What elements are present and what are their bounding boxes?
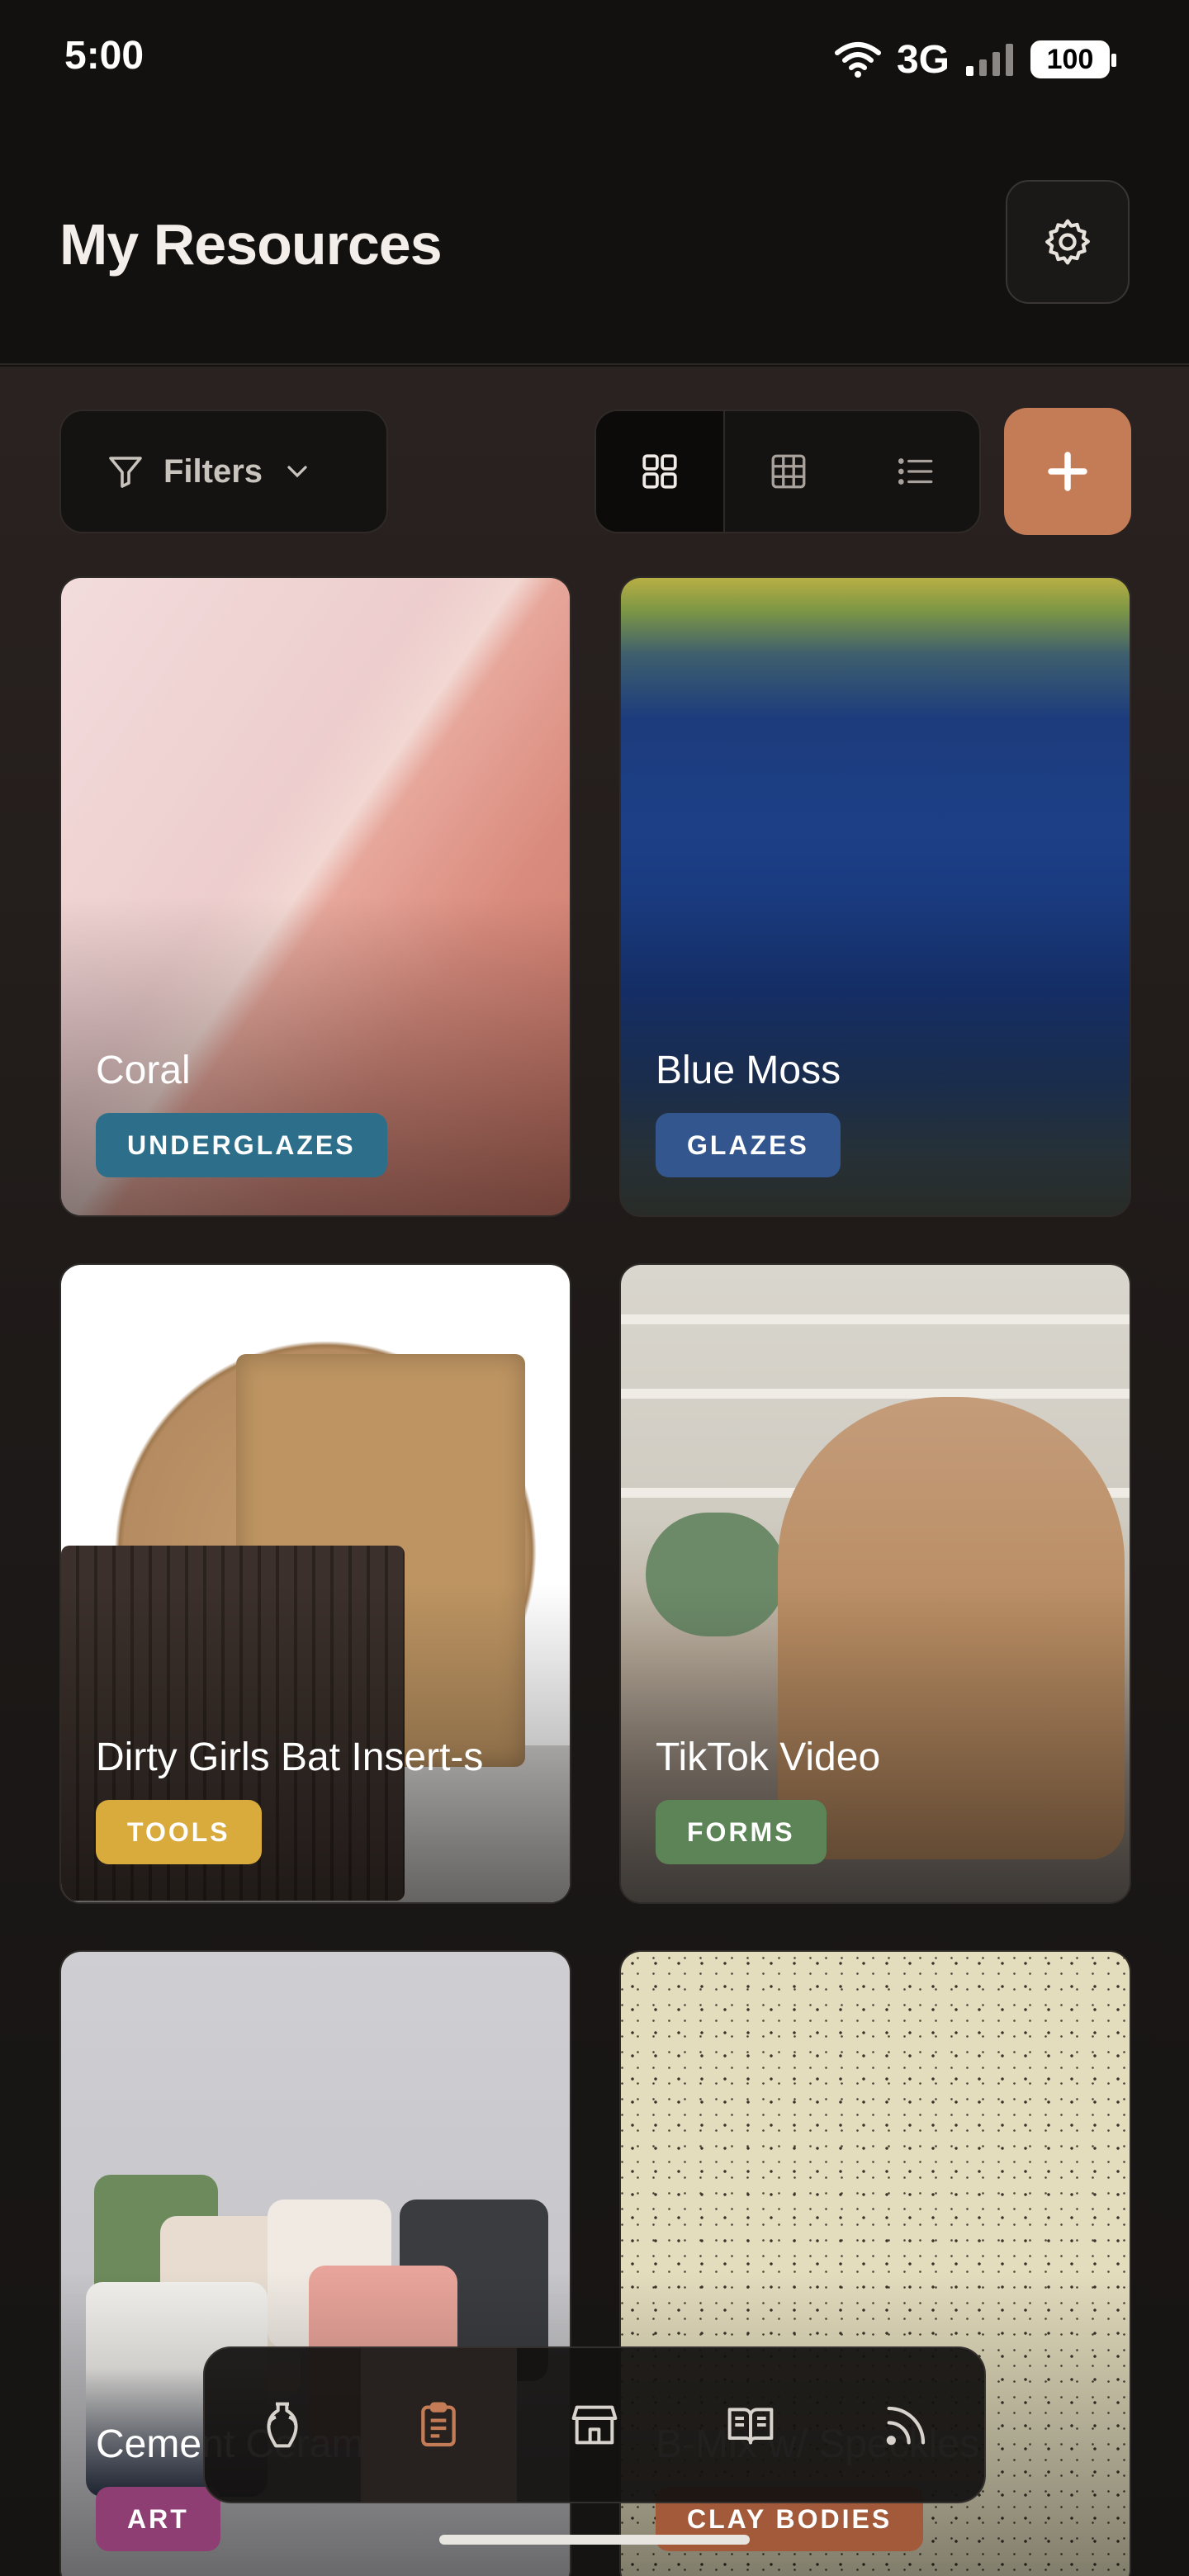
wifi-icon <box>834 42 881 78</box>
list-view-button[interactable] <box>852 411 979 532</box>
category-tag: TOOLS <box>96 1800 262 1864</box>
resource-card-blue-moss[interactable]: Blue Moss GLAZES <box>619 576 1131 1217</box>
bottom-navigation <box>203 2346 986 2503</box>
resource-card-bat-insert[interactable]: Dirty Girls Bat Insert-s TOOLS <box>59 1263 571 1904</box>
plus-icon <box>1048 452 1087 491</box>
small-grid-view-button[interactable] <box>725 411 852 532</box>
status-indicators: 3G 100 <box>834 35 1116 84</box>
large-grid-icon <box>642 454 677 489</box>
resource-title: Dirty Girls Bat Insert-s <box>96 1735 484 1779</box>
signal-icon <box>966 44 1013 76</box>
gear-icon <box>1045 219 1090 265</box>
home-indicator[interactable] <box>439 2535 750 2545</box>
settings-button[interactable] <box>1006 180 1130 304</box>
filters-label: Filters <box>163 452 263 490</box>
battery-indicator: 100 <box>1030 40 1116 78</box>
resource-title: Coral <box>96 1049 191 1092</box>
feed-icon <box>886 2406 925 2446</box>
filter-icon <box>109 457 142 488</box>
large-grid-view-button[interactable] <box>596 411 725 532</box>
category-tag: UNDERGLAZES <box>96 1113 387 1177</box>
vase-icon <box>267 2402 298 2448</box>
category-tag: GLAZES <box>656 1113 841 1177</box>
category-tag: ART <box>96 2487 220 2551</box>
resources-content: Filters Coral UNDERGLAZES Blue Moss GLAZ… <box>0 367 1189 2576</box>
view-toggle <box>594 410 981 533</box>
resource-card-tiktok-video[interactable]: TikTok Video FORMS <box>619 1263 1131 1904</box>
category-tag: FORMS <box>656 1800 827 1864</box>
small-grid-icon <box>771 454 806 489</box>
chevron-down-icon <box>287 466 307 478</box>
nav-library[interactable] <box>672 2348 828 2502</box>
list-icon <box>898 458 933 485</box>
battery-level: 100 <box>1046 43 1094 75</box>
nav-pottery[interactable] <box>205 2348 361 2502</box>
book-icon <box>727 2408 774 2445</box>
nav-store[interactable] <box>517 2348 673 2502</box>
page-header: My Resources <box>0 116 1189 365</box>
status-bar: 5:00 3G 100 <box>0 0 1189 116</box>
clipboard-icon <box>421 2402 456 2447</box>
resource-title: TikTok Video <box>656 1735 881 1779</box>
nav-feed[interactable] <box>828 2348 984 2502</box>
status-time: 5:00 <box>64 34 144 78</box>
filters-button[interactable]: Filters <box>59 410 388 533</box>
add-resource-button[interactable] <box>1004 408 1131 535</box>
network-type: 3G <box>896 37 950 82</box>
resource-card-coral[interactable]: Coral UNDERGLAZES <box>59 576 571 1217</box>
store-icon <box>571 2405 618 2445</box>
resource-title: Blue Moss <box>656 1049 841 1092</box>
nav-resources[interactable] <box>360 2348 517 2502</box>
page-title: My Resources <box>59 212 443 277</box>
